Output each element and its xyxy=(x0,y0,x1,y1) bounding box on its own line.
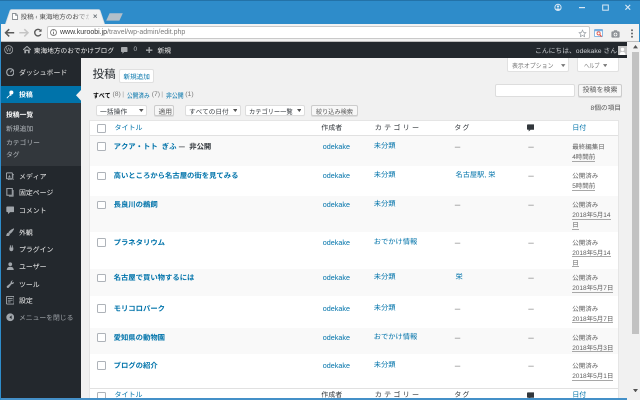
svg-text:W: W xyxy=(6,48,12,54)
